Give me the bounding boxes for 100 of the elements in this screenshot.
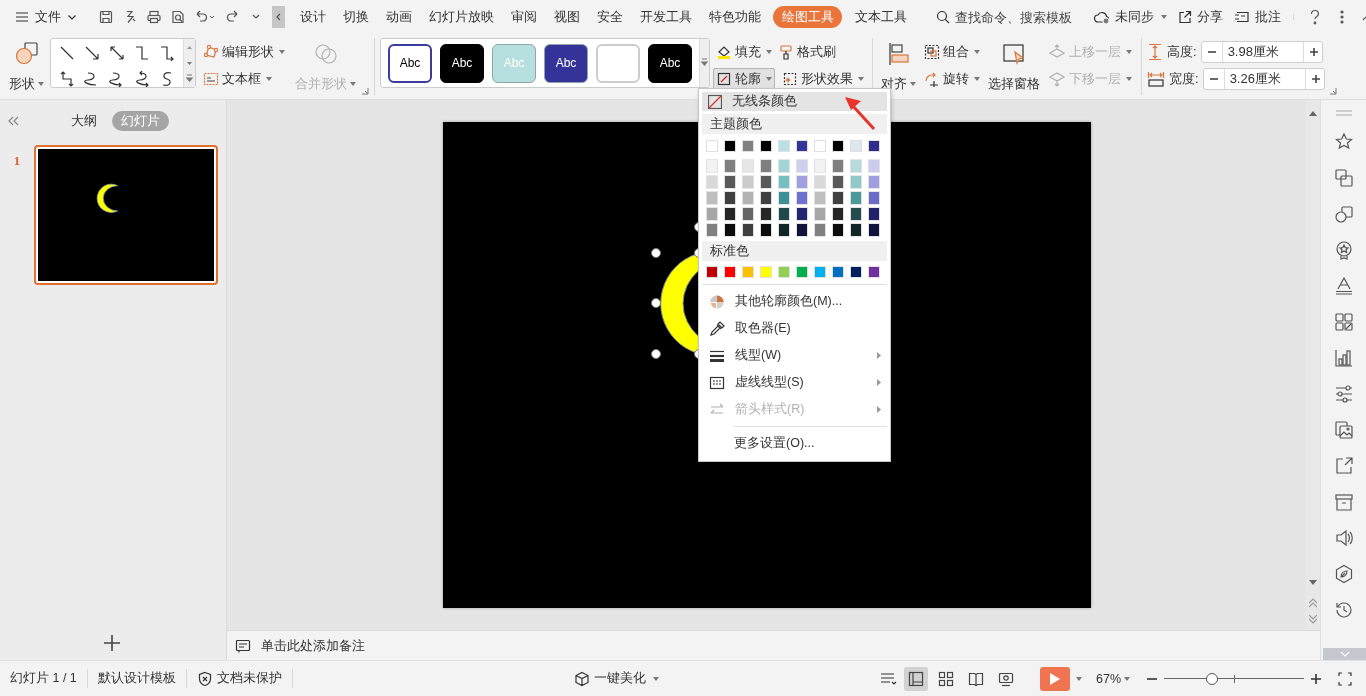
grid-icon[interactable] <box>1333 312 1354 332</box>
history-icon[interactable] <box>1333 600 1354 620</box>
height-spinner[interactable]: 3.98厘米 <box>1200 40 1323 63</box>
color-swatch[interactable] <box>868 159 880 173</box>
color-swatch[interactable] <box>814 191 826 205</box>
shape-style-swatch[interactable]: Abc <box>544 43 588 83</box>
zoom-in-icon[interactable] <box>1310 672 1322 685</box>
menu-item[interactable]: 线型(W) <box>702 342 887 369</box>
fit-window-icon[interactable] <box>1338 671 1352 686</box>
color-swatch[interactable] <box>706 266 718 278</box>
resize-handle[interactable] <box>650 248 661 258</box>
menu-item[interactable]: 取色器(E) <box>702 315 887 342</box>
color-swatch[interactable] <box>742 191 754 205</box>
redo-icon[interactable] <box>224 9 240 25</box>
view-button[interactable] <box>904 666 928 691</box>
add-slide-icon[interactable] <box>103 634 121 652</box>
color-swatch[interactable] <box>742 140 754 152</box>
panel-tab[interactable]: 大纲 <box>62 111 106 131</box>
color-swatch[interactable] <box>742 223 754 237</box>
color-swatch[interactable] <box>778 140 790 152</box>
collapse-panel-icon[interactable] <box>6 114 20 128</box>
color-swatch[interactable] <box>706 223 718 237</box>
color-swatch[interactable] <box>778 159 790 173</box>
color-swatch[interactable] <box>742 175 754 189</box>
resize-handle[interactable] <box>650 349 661 359</box>
play-button[interactable] <box>1040 666 1070 691</box>
ribbon-tab[interactable]: 特色功能 <box>700 6 769 28</box>
export-icon[interactable] <box>1333 456 1354 476</box>
color-swatch[interactable] <box>796 191 808 205</box>
format-painter-button[interactable]: 格式刷 <box>775 40 839 63</box>
color-swatch[interactable] <box>814 266 826 278</box>
bar-chart-icon[interactable] <box>1333 348 1354 368</box>
color-swatch[interactable] <box>850 191 862 205</box>
color-swatch[interactable] <box>760 207 772 221</box>
drag-handle-icon[interactable] <box>1333 110 1354 116</box>
color-swatch[interactable] <box>850 159 862 173</box>
color-swatch[interactable] <box>724 266 736 278</box>
color-swatch[interactable] <box>850 207 862 221</box>
plus-icon[interactable] <box>1308 46 1319 57</box>
color-swatch[interactable] <box>796 266 808 278</box>
hexagon-leaf-icon[interactable] <box>1333 564 1354 584</box>
color-swatch[interactable] <box>724 223 736 237</box>
color-swatch[interactable] <box>760 223 772 237</box>
text-a-icon[interactable] <box>1333 276 1354 296</box>
color-swatch[interactable] <box>724 140 736 152</box>
ribbon-tab[interactable]: 动画 <box>377 6 420 28</box>
share-button[interactable]: 分享 <box>1177 8 1223 26</box>
ribbon-tab[interactable]: 设计 <box>291 6 334 28</box>
shape-effects-button[interactable]: 形状效果 <box>779 67 867 90</box>
comment-button[interactable]: 批注 <box>1233 8 1281 26</box>
color-swatch[interactable] <box>868 266 880 278</box>
shape-style-swatch[interactable]: Abc <box>388 43 432 83</box>
dialog-launcher-icon[interactable] <box>1328 87 1337 95</box>
template-button[interactable]: 默认设计模板 <box>97 670 176 687</box>
beautify-button[interactable]: 一键美化 <box>573 670 659 687</box>
color-swatch[interactable] <box>706 207 718 221</box>
shapes-icon[interactable] <box>1333 204 1354 224</box>
print-icon[interactable] <box>146 9 162 25</box>
color-swatch[interactable] <box>814 207 826 221</box>
image-icon[interactable] <box>1333 420 1354 440</box>
edit-shape-button[interactable]: 编辑形状 <box>200 40 288 63</box>
color-swatch[interactable] <box>760 191 772 205</box>
color-swatch[interactable] <box>742 266 754 278</box>
ribbon-tab[interactable]: 安全 <box>588 6 631 28</box>
color-swatch[interactable] <box>832 207 844 221</box>
color-swatch[interactable] <box>868 175 880 189</box>
scroll-down-icon[interactable] <box>1309 580 1317 586</box>
shape-style-swatch[interactable]: Abc <box>440 43 484 83</box>
dialog-launcher-icon[interactable] <box>361 87 369 95</box>
color-swatch[interactable] <box>814 140 826 152</box>
color-swatch[interactable] <box>760 159 772 173</box>
color-swatch[interactable] <box>832 175 844 189</box>
elbow-double-arrow-icon[interactable] <box>59 71 75 87</box>
color-swatch[interactable] <box>850 140 862 152</box>
color-swatch[interactable] <box>778 175 790 189</box>
color-swatch[interactable] <box>832 140 844 152</box>
print-preview-icon[interactable] <box>170 9 186 25</box>
shape-style-swatch[interactable] <box>596 43 640 83</box>
plus-icon[interactable] <box>1310 73 1321 84</box>
double-arrow-icon[interactable] <box>109 45 125 61</box>
star-icon[interactable] <box>1333 132 1354 152</box>
color-swatch[interactable] <box>832 223 844 237</box>
outline-button[interactable]: 轮廓 <box>713 67 775 90</box>
ribbon-tab[interactable]: 文本工具 <box>846 6 915 28</box>
menu-item[interactable]: 无线条颜色 <box>702 92 887 111</box>
color-swatch[interactable] <box>724 191 736 205</box>
search-field[interactable]: 查找命令、搜索模板 <box>935 9 1083 25</box>
archive-icon[interactable] <box>1333 492 1354 512</box>
ribbon-tab[interactable]: 视图 <box>545 6 588 28</box>
color-swatch[interactable] <box>850 175 862 189</box>
menu-item[interactable]: 虚线线型(S) <box>702 369 887 396</box>
color-swatch[interactable] <box>868 191 880 205</box>
color-swatch[interactable] <box>778 207 790 221</box>
shapes-button[interactable]: 形状 <box>6 38 47 94</box>
arrow-icon[interactable] <box>84 45 100 61</box>
color-swatch[interactable] <box>778 266 790 278</box>
color-swatch[interactable] <box>796 207 808 221</box>
color-swatch[interactable] <box>706 191 718 205</box>
award-icon[interactable] <box>1333 240 1354 260</box>
protection-button[interactable]: 文档未保护 <box>196 670 282 687</box>
